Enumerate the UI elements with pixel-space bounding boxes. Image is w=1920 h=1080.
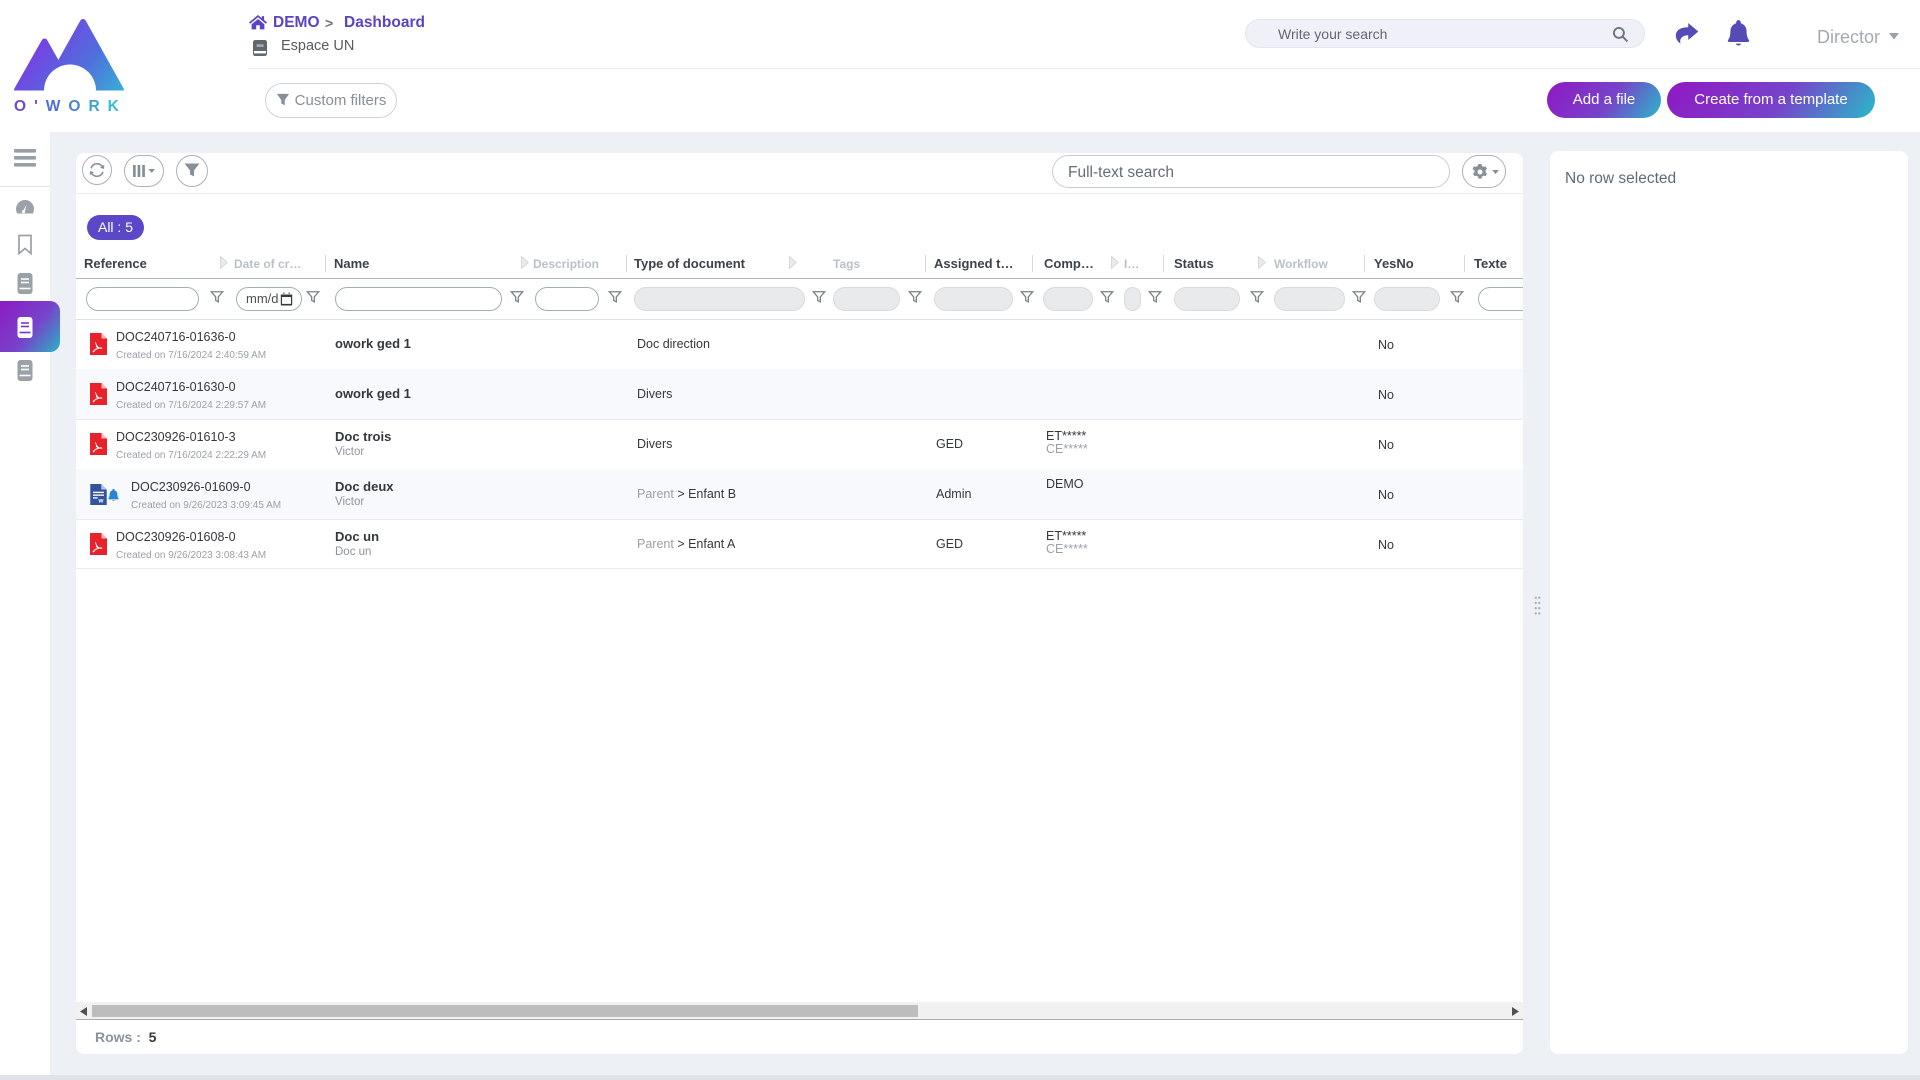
- svg-text:O'WORK: O'WORK: [14, 98, 124, 115]
- svg-text:w: w: [98, 498, 104, 505]
